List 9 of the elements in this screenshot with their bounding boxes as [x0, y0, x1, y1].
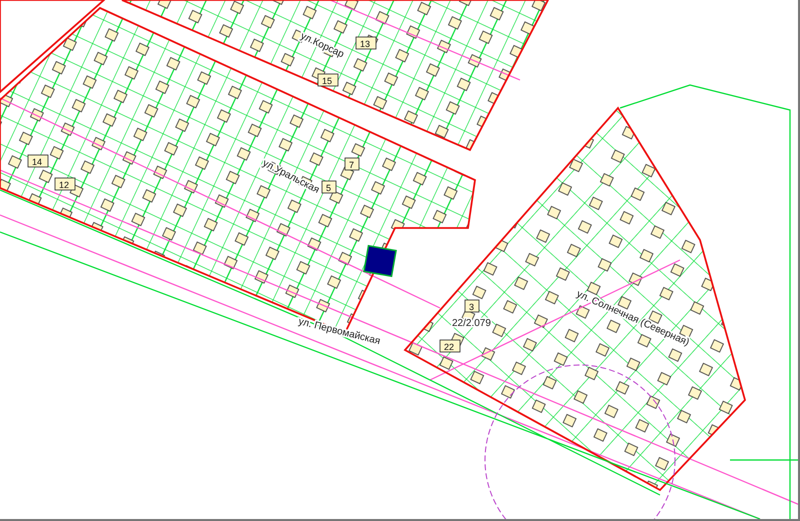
- lot-number-label: 14: [28, 154, 48, 168]
- lot-number-label: 13: [356, 36, 376, 50]
- lot-number-label: 15: [318, 74, 338, 86]
- lot-number-label: 22: [440, 340, 460, 352]
- selected-parcel: [363, 244, 397, 278]
- lot-number-label: 5: [322, 180, 336, 194]
- lot-number-label: 12: [54, 178, 76, 190]
- lot-number-label: 7: [344, 158, 360, 170]
- lot-number-label: 3: [464, 300, 480, 312]
